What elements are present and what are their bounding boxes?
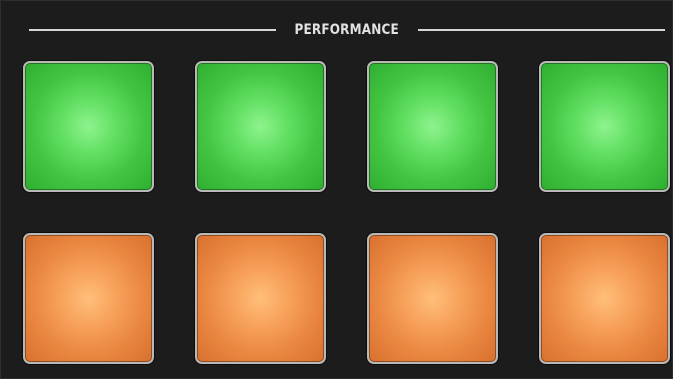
pad-4-green[interactable] xyxy=(539,61,670,192)
section-header: PERFORMANCE xyxy=(29,19,665,41)
section-title: PERFORMANCE xyxy=(294,22,400,38)
header-rule-left xyxy=(29,29,277,31)
pad-5-orange[interactable] xyxy=(23,233,154,364)
pad-6-orange[interactable] xyxy=(195,233,326,364)
performance-panel: PERFORMANCE xyxy=(0,0,673,379)
pad-7-orange[interactable] xyxy=(367,233,498,364)
pad-1-green[interactable] xyxy=(23,61,154,192)
pad-8-orange[interactable] xyxy=(539,233,670,364)
pad-2-green[interactable] xyxy=(195,61,326,192)
pad-3-green[interactable] xyxy=(367,61,498,192)
header-rule-right xyxy=(417,29,665,31)
